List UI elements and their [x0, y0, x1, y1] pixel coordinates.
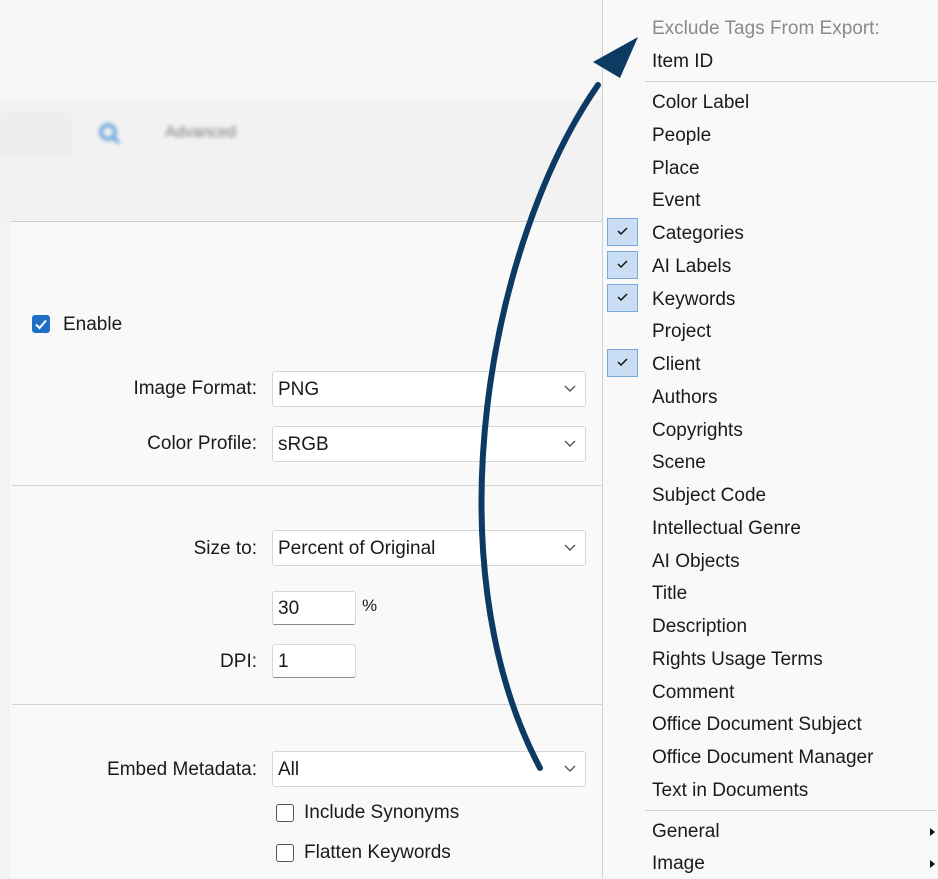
toolbar-area: Advanced: [0, 0, 610, 222]
menu-item-description[interactable]: Description: [603, 612, 938, 642]
search-icon[interactable]: [98, 122, 122, 146]
menu-item-label: Item ID: [652, 51, 714, 72]
checkmark-icon: [35, 319, 47, 330]
menu-item-office-document-subject[interactable]: Office Document Subject: [603, 710, 938, 740]
embed-metadata-label: Embed Metadata:: [107, 759, 257, 780]
section-divider: [12, 704, 610, 705]
percent-unit: %: [362, 596, 378, 615]
menu-item-ai-labels[interactable]: AI Labels: [603, 250, 938, 282]
menu-item-label: Copyrights: [652, 419, 743, 441]
menu-item-label: Client: [652, 354, 701, 375]
dpi-label: DPI:: [220, 651, 257, 672]
dpi-value: 1: [278, 651, 289, 672]
include-synonyms-checkbox[interactable]: [276, 804, 294, 822]
menu-item-subject-code[interactable]: Subject Code: [603, 481, 938, 511]
menu-item-categories[interactable]: Categories: [603, 218, 938, 249]
menu-item-label: Office Document Manager: [652, 747, 874, 768]
dpi-input[interactable]: 1: [272, 644, 356, 678]
flatten-keywords-checkbox[interactable]: [276, 844, 294, 862]
submenu-arrow-icon: [930, 828, 935, 836]
color-profile-label: Color Profile:: [147, 433, 257, 454]
menu-item-label: AI Labels: [652, 255, 732, 277]
menu-item-scene[interactable]: Scene: [603, 448, 938, 478]
checkmark-icon: [607, 283, 638, 312]
menu-item-label: Rights Usage Terms: [652, 648, 823, 670]
menu-item-label: Scene: [652, 452, 706, 474]
menu-item-general[interactable]: General: [603, 817, 938, 847]
enable-label: Enable: [63, 314, 123, 335]
image-format-label: Image Format:: [133, 378, 257, 399]
menu-item-title[interactable]: Title: [603, 579, 938, 609]
menu-item-color-label[interactable]: Color Label: [603, 88, 938, 118]
chevron-down-icon: [564, 544, 576, 551]
menu-item-label: Color Label: [652, 92, 750, 113]
menu-item-label: Authors: [652, 386, 718, 408]
chevron-down-icon: [564, 385, 576, 392]
enable-checkbox[interactable]: [32, 315, 50, 333]
size-to-value: Percent of Original: [278, 538, 436, 559]
include-synonyms-label: Include Synonyms: [304, 802, 460, 823]
percent-value: 30: [278, 598, 300, 619]
menu-item-label: Categories: [652, 223, 744, 244]
menu-item-label: Text in Documents: [652, 779, 809, 801]
menu-item-label: Place: [652, 157, 700, 179]
menu-item-image[interactable]: Image: [603, 849, 938, 879]
image-format-select[interactable]: PNG: [272, 371, 586, 407]
menu-separator: [645, 81, 937, 82]
menu-item-label: Subject Code: [652, 485, 767, 506]
size-to-select[interactable]: Percent of Original: [272, 530, 586, 566]
color-profile-select[interactable]: sRGB: [272, 426, 586, 462]
menu-item-label: Office Document Subject: [652, 714, 862, 736]
menu-item-intellectual-genre[interactable]: Intellectual Genre: [603, 514, 938, 544]
menu-item-client[interactable]: Client: [603, 349, 938, 380]
menu-item-label: General: [652, 821, 720, 842]
menu-item-comment[interactable]: Comment: [603, 678, 938, 708]
menu-separator: [645, 810, 937, 811]
menu-item-event[interactable]: Event: [603, 186, 938, 216]
menu-item-item-id[interactable]: Item ID: [603, 47, 938, 77]
menu-item-text-in-documents[interactable]: Text in Documents: [603, 776, 938, 806]
menu-item-label: Title: [652, 583, 688, 605]
embed-metadata-value: All: [278, 759, 300, 780]
menu-item-people[interactable]: People: [603, 121, 938, 151]
menu-item-label: AI Objects: [652, 550, 740, 572]
menu-item-label: Image: [652, 853, 705, 874]
section-divider: [12, 485, 610, 486]
search-field[interactable]: [0, 113, 72, 155]
image-format-value: PNG: [278, 379, 320, 400]
menu-header: Exclude Tags From Export:: [652, 18, 880, 39]
menu-item-label: Project: [652, 321, 712, 343]
submenu-arrow-icon: [930, 860, 935, 868]
menu-item-label: Event: [652, 190, 701, 212]
menu-item-label: Description: [652, 616, 748, 637]
menu-item-project[interactable]: Project: [603, 317, 938, 347]
checkmark-icon: [607, 218, 638, 246]
chevron-down-icon: [564, 765, 576, 772]
menu-item-ai-objects[interactable]: AI Objects: [603, 547, 938, 577]
flatten-keywords-label: Flatten Keywords: [304, 842, 451, 863]
menu-item-keywords[interactable]: Keywords: [603, 283, 938, 315]
size-to-label: Size to:: [193, 538, 257, 559]
menu-item-rights-usage-terms[interactable]: Rights Usage Terms: [603, 645, 938, 675]
checkmark-icon: [607, 349, 638, 377]
chevron-down-icon: [564, 440, 576, 447]
menu-item-authors[interactable]: Authors: [603, 383, 938, 413]
menu-item-place[interactable]: Place: [603, 154, 938, 184]
menu-item-label: Keywords: [652, 288, 736, 310]
color-profile-value: sRGB: [278, 434, 329, 455]
menu-item-office-document-manager[interactable]: Office Document Manager: [603, 743, 938, 773]
exclude-tags-menu: Exclude Tags From Export: Item ID Color L…: [602, 0, 938, 878]
menu-item-label: Comment: [652, 681, 735, 703]
checkmark-icon: [607, 250, 638, 279]
embed-metadata-select[interactable]: All: [272, 751, 586, 787]
advanced-search-link[interactable]: Advanced: [165, 124, 236, 142]
percent-input[interactable]: 30: [272, 591, 356, 625]
menu-item-label: People: [652, 124, 712, 146]
menu-item-label: Intellectual Genre: [652, 517, 801, 539]
menu-item-copyrights[interactable]: Copyrights: [603, 416, 938, 446]
toolbar-band: [0, 0, 610, 100]
